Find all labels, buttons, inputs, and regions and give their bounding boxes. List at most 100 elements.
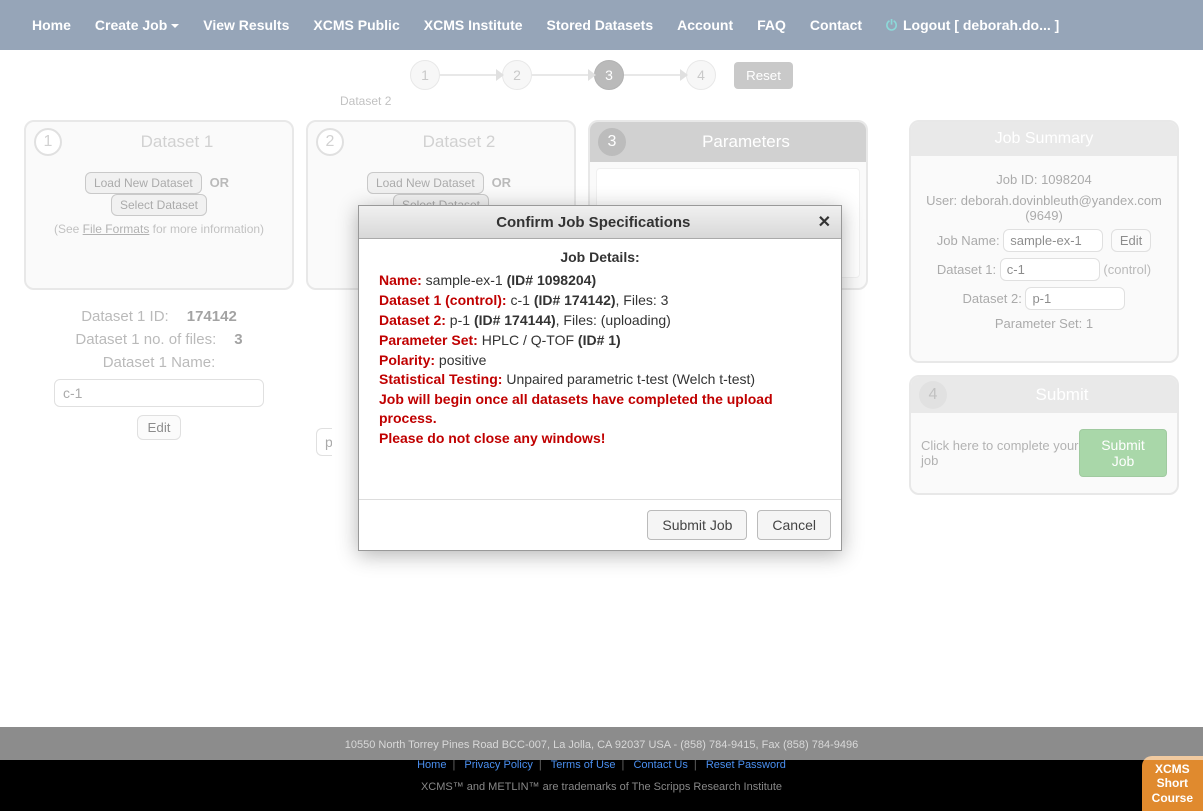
submit-title: Submit <box>955 385 1169 405</box>
jd-stat-label: Statistical Testing: <box>379 371 502 387</box>
summary-d1-label: Dataset 1: <box>937 262 996 277</box>
footer-home[interactable]: Home <box>417 759 446 771</box>
job-summary-header: Job Summary <box>911 122 1177 156</box>
or-label: OR <box>210 175 230 190</box>
control-label: (control) <box>1103 262 1151 277</box>
summary-d1-input[interactable] <box>1000 258 1100 281</box>
confirm-dialog: Confirm Job Specifications ✕ Job Details… <box>358 205 842 551</box>
job-details-header: Job Details: <box>379 249 821 265</box>
jd-d1-files: , Files: 3 <box>616 292 669 308</box>
step-connector <box>624 74 686 76</box>
summary-d2-input[interactable] <box>1025 287 1125 310</box>
jobname-label: Job Name: <box>937 233 1000 248</box>
step-4[interactable]: 4 <box>686 60 716 90</box>
jd-polarity-value: positive <box>435 352 486 368</box>
summary-pset: Parameter Set: 1 <box>921 316 1167 331</box>
jd-stat-value: Unpaired parametric t-test (Welch t-test… <box>502 371 755 387</box>
jd-d2-value: p-1 <box>446 312 474 328</box>
progress-stepper: 1 2 3 4 Reset <box>0 50 1203 90</box>
footer-privacy[interactable]: Privacy Policy <box>464 759 532 771</box>
page-footer: 10550 North Torrey Pines Road BCC-007, L… <box>0 727 1203 811</box>
footer-address: 10550 North Torrey Pines Road BCC-007, L… <box>0 739 1203 751</box>
file-formats-link[interactable]: File Formats <box>83 222 150 236</box>
jd-pset-value: HPLC / Q-TOF <box>478 332 578 348</box>
nav-contact[interactable]: Contact <box>798 2 874 48</box>
ds1-name-input[interactable] <box>54 379 264 407</box>
jd-name-label: Name: <box>379 272 422 288</box>
jobname-edit-button[interactable]: Edit <box>1111 229 1151 252</box>
footer-contact[interactable]: Contact Us <box>633 759 687 771</box>
jobname-input[interactable] <box>1003 229 1103 252</box>
jd-warning-2: Please do not close any windows! <box>379 430 605 446</box>
nav-create-job[interactable]: Create Job <box>83 2 191 48</box>
load-new-dataset-1-button[interactable]: Load New Dataset <box>85 172 202 194</box>
ds1-files-label: Dataset 1 no. of files: <box>75 331 216 348</box>
submit-hint: Click here to complete your job <box>921 438 1079 468</box>
main-navbar: Home Create Job View Results XCMS Public… <box>0 0 1203 50</box>
nav-create-label: Create Job <box>95 17 167 33</box>
jd-d2-id: (ID# 174144) <box>474 312 556 328</box>
or-label: OR <box>492 175 512 190</box>
short-course-badge[interactable]: XCMS Short Course <box>1142 756 1203 811</box>
jobid-value: 1098204 <box>1041 172 1092 187</box>
step-3[interactable]: 3 <box>594 60 624 90</box>
step-2-label: Dataset 2 <box>340 94 1203 108</box>
job-summary-panel: Job Summary Job ID: 1098204 User: debora… <box>909 120 1179 363</box>
nav-faq[interactable]: FAQ <box>745 2 798 48</box>
parameters-title: Parameters <box>634 132 858 152</box>
ds2-name-input-truncated[interactable]: p <box>316 428 332 456</box>
dialog-close-icon[interactable]: ✕ <box>818 212 831 232</box>
nav-xcms-institute[interactable]: XCMS Institute <box>412 2 535 48</box>
jd-name-value: sample-ex-1 <box>422 272 507 288</box>
dialog-cancel-button[interactable]: Cancel <box>757 510 831 540</box>
jd-d1-id: (ID# 174142) <box>534 292 616 308</box>
jd-d2-label: Dataset 2: <box>379 312 446 328</box>
jd-d1-value: c-1 <box>507 292 534 308</box>
dataset2-title: Dataset 2 <box>352 132 566 152</box>
nav-view-results[interactable]: View Results <box>191 2 301 48</box>
jd-warning-1: Job will begin once all datasets have co… <box>379 391 773 426</box>
nav-account[interactable]: Account <box>665 2 745 48</box>
panel-number-1: 1 <box>34 128 62 156</box>
logout-label: Logout [ deborah.do... ] <box>903 17 1059 33</box>
footer-terms[interactable]: Terms of Use <box>551 759 616 771</box>
jd-pset-label: Parameter Set: <box>379 332 478 348</box>
panel-number-4: 4 <box>919 381 947 409</box>
submit-panel: 4 Submit Click here to complete your job… <box>909 375 1179 495</box>
jd-d2-files: , Files: (uploading) <box>556 312 671 328</box>
reset-button[interactable]: Reset <box>734 62 793 89</box>
dialog-submit-button[interactable]: Submit Job <box>647 510 747 540</box>
submit-job-button[interactable]: Submit Job <box>1079 429 1167 477</box>
caret-down-icon <box>171 24 179 28</box>
nav-xcms-public[interactable]: XCMS Public <box>301 2 411 48</box>
nav-stored-datasets[interactable]: Stored Datasets <box>535 2 666 48</box>
footer-reset-password[interactable]: Reset Password <box>706 759 786 771</box>
step-connector <box>532 74 594 76</box>
power-icon: ⏻ <box>886 17 897 33</box>
panel-number-2: 2 <box>316 128 344 156</box>
jd-pset-id: (ID# 1) <box>578 332 621 348</box>
jobid-label: Job ID: <box>996 172 1041 187</box>
step-2[interactable]: 2 <box>502 60 532 90</box>
select-dataset-1-button[interactable]: Select Dataset <box>111 194 207 216</box>
step-connector <box>440 74 502 76</box>
dataset1-title: Dataset 1 <box>70 132 284 152</box>
nav-logout[interactable]: ⏻ Logout [ deborah.do... ] <box>874 2 1071 49</box>
ds1-files-value: 3 <box>234 331 242 348</box>
nav-home[interactable]: Home <box>20 2 83 48</box>
file-formats-hint: (See File Formats for more information) <box>36 222 282 236</box>
step-1[interactable]: 1 <box>410 60 440 90</box>
ds1-id-label: Dataset 1 ID: <box>81 308 169 325</box>
ds1-edit-button[interactable]: Edit <box>137 415 182 440</box>
jd-polarity-label: Polarity: <box>379 352 435 368</box>
dataset1-info: Dataset 1 ID:174142 Dataset 1 no. of fil… <box>24 308 294 440</box>
dataset1-panel: 1 Dataset 1 Load New Dataset OR Select D… <box>24 120 294 290</box>
user-value: deborah.dovinbleuth@yandex.com (9649) <box>961 193 1162 223</box>
user-label: User: <box>926 193 961 208</box>
footer-trademark: XCMS™ and METLIN™ are trademarks of The … <box>0 781 1203 793</box>
jd-d1-label: Dataset 1 (control): <box>379 292 507 308</box>
ds1-name-label: Dataset 1 Name: <box>103 354 216 371</box>
jd-name-id: (ID# 1098204) <box>507 272 597 288</box>
load-new-dataset-2-button[interactable]: Load New Dataset <box>367 172 484 194</box>
summary-d2-label: Dataset 2: <box>963 291 1022 306</box>
